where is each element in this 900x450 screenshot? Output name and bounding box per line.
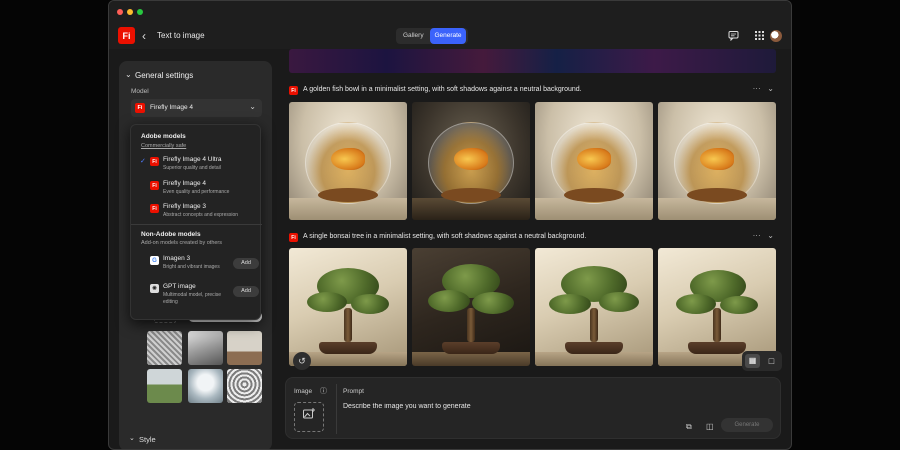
model-description: Abstract concepts and expression	[163, 212, 239, 218]
model-name: Firefly Image 3	[163, 203, 206, 210]
adobe-models-heading: Adobe models	[141, 133, 186, 140]
aspect-ratio-icon[interactable]: ◫	[706, 422, 714, 431]
image-label: Image	[294, 388, 313, 395]
close-window-button[interactable]	[117, 9, 123, 15]
chevron-down-icon: ⌄	[249, 102, 256, 111]
divider	[131, 224, 262, 225]
model-select[interactable]: Fi Firefly Image 4 ⌄	[131, 99, 262, 117]
style-thumbnail[interactable]	[147, 331, 182, 365]
style-thumbnail[interactable]	[227, 369, 262, 403]
model-option-firefly-image-4[interactable]: Fi Firefly Image 4 Even quality and perf…	[131, 176, 262, 198]
firefly-logo[interactable]: Fi	[118, 27, 135, 44]
upload-image-icon	[303, 408, 315, 419]
back-arrow-icon[interactable]: ‹	[142, 29, 146, 43]
titlebar: Fi ‹ Text to image Gallery Generate	[109, 1, 791, 49]
model-option-firefly-image-3[interactable]: Fi Firefly Image 3 Abstract concepts and…	[131, 199, 262, 221]
model-name: Firefly Image 4 Ultra	[163, 156, 222, 163]
firefly-icon: Fi	[150, 181, 159, 190]
model-description: Bright and vibrant images	[163, 264, 220, 270]
style-thumbnail[interactable]	[188, 369, 223, 403]
model-description: Even quality and performance	[163, 189, 230, 195]
apps-grid-icon[interactable]	[754, 30, 765, 44]
generated-image[interactable]	[658, 102, 776, 220]
chevron-down-icon[interactable]: ⌄	[129, 434, 135, 442]
image-upload-button[interactable]	[294, 402, 324, 432]
generation-prompt-row: Fi A golden fish bowl in a minimalist se…	[289, 84, 780, 97]
row-actions: ··· ⌄	[753, 84, 774, 93]
image-settings-icon[interactable]: ⧉	[686, 422, 692, 432]
non-adobe-models-heading: Non-Adobe models	[141, 231, 201, 238]
model-description: Superior quality and detail	[163, 165, 221, 171]
generate-button[interactable]: Generate	[721, 418, 773, 432]
generated-image[interactable]	[412, 102, 530, 220]
style-heading[interactable]: Style	[139, 435, 156, 444]
divider	[336, 384, 337, 434]
checkmark-icon: ✓	[140, 158, 146, 165]
firefly-icon: Fi	[289, 86, 298, 95]
model-label: Model	[131, 88, 149, 95]
model-description: Multimodal model, precise editing	[163, 292, 222, 305]
view-toggle: ▦ □	[742, 351, 782, 371]
firefly-icon: Fi	[289, 233, 298, 242]
generation-prompt: A single bonsai tree in a minimalist set…	[303, 233, 587, 240]
style-thumbnail[interactable]	[227, 331, 262, 365]
model-name: GPT image	[163, 283, 196, 290]
info-icon[interactable]: ⓘ	[320, 386, 327, 396]
prompt-input[interactable]	[343, 400, 643, 412]
grid-view-icon[interactable]: ▦	[745, 354, 760, 368]
style-thumbnail[interactable]	[147, 369, 182, 403]
generated-image[interactable]	[535, 248, 653, 366]
generated-image[interactable]	[289, 248, 407, 366]
mode-switch: Gallery Generate	[396, 28, 468, 44]
chevron-down-icon[interactable]: ⌄	[767, 84, 774, 93]
model-option-firefly-image-4-ultra[interactable]: ✓ Fi Firefly Image 4 Ultra Superior qual…	[131, 152, 262, 174]
commercially-safe-link[interactable]: Commercially safe	[141, 143, 186, 149]
add-imagen-button[interactable]: Add	[233, 258, 259, 269]
zoom-window-button[interactable]	[137, 9, 143, 15]
model-option-imagen-3[interactable]: G Imagen 3 Bright and vibrant images Add	[131, 251, 262, 273]
openai-icon: ✺	[150, 284, 159, 293]
generation-feed: Fi A golden fish bowl in a minimalist se…	[285, 49, 791, 449]
style-thumbnail[interactable]	[188, 331, 223, 365]
add-gpt-image-button[interactable]: Add	[233, 286, 259, 297]
generated-image[interactable]	[658, 248, 776, 366]
chevron-down-icon[interactable]: ⌄	[125, 70, 132, 79]
generated-image[interactable]	[535, 102, 653, 220]
firefly-icon: Fi	[135, 103, 145, 113]
minimize-window-button[interactable]	[127, 9, 133, 15]
model-name: Firefly Image 4	[163, 180, 206, 187]
general-settings-heading[interactable]: General settings	[135, 71, 193, 80]
chevron-down-icon[interactable]: ⌄	[767, 231, 774, 240]
more-options-icon[interactable]: ···	[753, 84, 761, 93]
previous-generation-image[interactable]	[289, 49, 776, 73]
non-adobe-models-subtitle: Add-on models created by others	[141, 240, 223, 246]
row-actions: ··· ⌄	[753, 231, 774, 240]
selected-model: Firefly Image 4	[150, 104, 193, 111]
google-icon: G	[150, 256, 159, 265]
single-view-icon[interactable]: □	[764, 354, 779, 368]
model-option-gpt-image[interactable]: ✺ GPT image Multimodal model, precise ed…	[131, 279, 262, 307]
history-icon[interactable]: ↺	[293, 352, 311, 370]
model-name: Imagen 3	[163, 255, 191, 262]
generation-prompt-row: Fi A single bonsai tree in a minimalist …	[289, 231, 780, 244]
generated-image[interactable]	[289, 102, 407, 220]
model-dropdown-menu: Adobe models Commercially safe ✓ Fi Fire…	[130, 124, 262, 320]
firefly-icon: Fi	[150, 204, 159, 213]
feedback-icon[interactable]	[728, 30, 739, 44]
prompt-composer: Image ⓘ Prompt ⧉ ◫ Generate	[285, 377, 781, 439]
avatar[interactable]	[770, 30, 782, 42]
tab-generate[interactable]: Generate	[430, 28, 466, 44]
generation-prompt: A golden fish bowl in a minimalist setti…	[303, 86, 582, 93]
tab-gallery[interactable]: Gallery	[400, 28, 427, 44]
page-title: Text to image	[157, 31, 205, 40]
firefly-icon: Fi	[150, 157, 159, 166]
generated-image[interactable]	[412, 248, 530, 366]
app-window: Fi ‹ Text to image Gallery Generate ⌄ Ge…	[108, 0, 792, 450]
more-options-icon[interactable]: ···	[753, 231, 761, 240]
prompt-label: Prompt	[343, 388, 364, 395]
